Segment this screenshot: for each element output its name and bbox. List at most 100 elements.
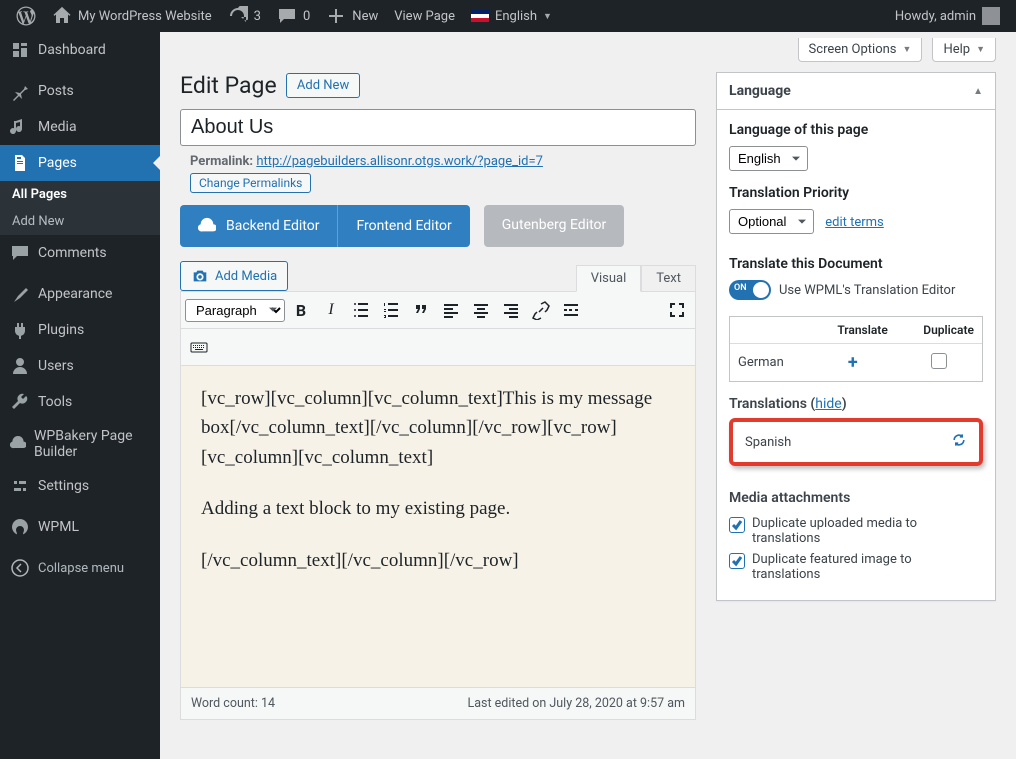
dup-featured-label: Duplicate featured image to translations <box>752 552 983 582</box>
language-metabox: Language▲ Language of this page English … <box>716 72 996 601</box>
submenu-all-pages[interactable]: All Pages <box>0 181 160 208</box>
chevron-down-icon: ▼ <box>903 44 912 55</box>
format-select[interactable]: Paragraph <box>185 299 285 322</box>
permalink-link[interactable]: http://pagebuilders.allisonr.otgs.work/?… <box>256 154 543 169</box>
settings-icon <box>10 476 30 496</box>
translation-lang-label: Spanish <box>745 435 791 450</box>
bold-button[interactable]: B <box>287 296 315 324</box>
metabox-toggle-icon[interactable]: ▲ <box>973 86 983 97</box>
pin-icon <box>10 81 30 101</box>
comment-icon <box>10 243 30 263</box>
blockquote-button[interactable] <box>407 296 435 324</box>
plugin-icon <box>10 320 30 340</box>
menu-media[interactable]: Media <box>0 109 160 145</box>
submenu-add-new[interactable]: Add New <box>0 208 160 235</box>
wordpress-icon <box>16 6 36 26</box>
updates-link[interactable]: 3 <box>220 0 269 32</box>
permalink-row: Permalink: http://pagebuilders.allisonr.… <box>180 146 696 201</box>
new-link[interactable]: New <box>318 0 386 32</box>
read-more-button[interactable] <box>557 296 585 324</box>
metabox-title[interactable]: Language▲ <box>717 73 995 110</box>
editor-toolbar: Paragraph B I <box>181 292 695 329</box>
translations-table: Translate Duplicate German + <box>729 316 983 382</box>
gutenberg-editor-button[interactable]: Gutenberg Editor <box>484 205 625 247</box>
align-center-button[interactable] <box>467 296 495 324</box>
dup-uploaded-label: Duplicate uploaded media to translations <box>752 516 983 546</box>
add-media-button[interactable]: Add Media <box>180 261 288 291</box>
duplicate-german-checkbox[interactable] <box>931 353 947 369</box>
wpml-icon <box>10 517 30 537</box>
text-tab[interactable]: Text <box>641 265 696 292</box>
dup-uploaded-checkbox[interactable] <box>729 517 745 533</box>
help-tab[interactable]: Help▼ <box>932 38 996 62</box>
editor-body[interactable]: [vc_row][vc_column][vc_column_text]This … <box>181 366 695 687</box>
plus-icon <box>326 6 346 26</box>
wpbakery-icon <box>10 434 26 454</box>
wpml-editor-toggle[interactable]: ON <box>729 280 771 300</box>
change-permalinks-button[interactable]: Change Permalinks <box>190 173 311 193</box>
title-input[interactable] <box>180 109 696 146</box>
screen-options-tab[interactable]: Screen Options▼ <box>798 38 923 62</box>
lang-of-page-label: Language of this page <box>729 122 983 138</box>
dashboard-icon <box>10 40 30 60</box>
menu-appearance[interactable]: Appearance <box>0 276 160 312</box>
backend-editor-button[interactable]: Backend Editor <box>180 205 338 247</box>
align-left-button[interactable] <box>437 296 465 324</box>
update-icon <box>228 6 248 26</box>
menu-users[interactable]: Users <box>0 348 160 384</box>
bullet-list-button[interactable] <box>347 296 375 324</box>
wrench-icon <box>10 392 30 412</box>
row-lang-german: German <box>730 344 810 382</box>
main-content: Screen Options▼ Help▼ Edit Page Add New … <box>160 32 1016 759</box>
user-icon <box>10 356 30 376</box>
menu-settings[interactable]: Settings <box>0 468 160 504</box>
editor-wrap: Paragraph B I <box>180 291 696 720</box>
admin-bar: My WordPress Website 3 0 New View Page E… <box>0 0 1016 32</box>
translations-header: Translations (hide) <box>729 396 983 412</box>
numbered-list-button[interactable] <box>377 296 405 324</box>
menu-wpbakery[interactable]: WPBakery Page Builder <box>0 420 160 468</box>
translation-spanish-row[interactable]: Spanish <box>729 418 983 466</box>
link-button[interactable] <box>527 296 555 324</box>
menu-posts[interactable]: Posts <box>0 73 160 109</box>
edit-terms-link[interactable]: edit terms <box>825 215 884 230</box>
admin-sidebar: Dashboard Posts Media Pages All Pages Ad… <box>0 32 160 759</box>
comments-link[interactable]: 0 <box>269 0 318 32</box>
add-new-button[interactable]: Add New <box>286 73 360 98</box>
page-title: Edit Page <box>180 72 277 99</box>
sync-icon[interactable] <box>951 432 967 452</box>
menu-wpml[interactable]: WPML <box>0 509 160 545</box>
page-language-select[interactable]: English <box>729 146 808 171</box>
col-duplicate: Duplicate <box>896 317 982 344</box>
comment-icon <box>277 6 297 26</box>
menu-collapse[interactable]: Collapse menu <box>0 550 160 586</box>
menu-dashboard[interactable]: Dashboard <box>0 32 160 68</box>
howdy-link[interactable]: Howdy, admin <box>887 0 1008 32</box>
dup-featured-checkbox[interactable] <box>729 553 745 569</box>
site-name-link[interactable]: My WordPress Website <box>44 0 220 32</box>
menu-pages[interactable]: Pages <box>0 145 160 181</box>
menu-plugins[interactable]: Plugins <box>0 312 160 348</box>
priority-select[interactable]: Optional <box>729 209 814 234</box>
align-right-button[interactable] <box>497 296 525 324</box>
home-icon <box>52 6 72 26</box>
menu-tools[interactable]: Tools <box>0 384 160 420</box>
view-page-link[interactable]: View Page <box>386 0 463 32</box>
wp-logo[interactable] <box>8 0 44 32</box>
menu-comments[interactable]: Comments <box>0 235 160 271</box>
translate-german-button[interactable]: + <box>848 352 858 373</box>
language-switcher[interactable]: English▼ <box>463 0 560 32</box>
italic-button[interactable]: I <box>317 296 345 324</box>
fullscreen-button[interactable] <box>663 296 691 324</box>
col-translate: Translate <box>810 317 896 344</box>
visual-tab[interactable]: Visual <box>576 265 642 292</box>
translate-doc-label: Translate this Document <box>729 256 983 272</box>
hide-translations-link[interactable]: hide <box>815 396 841 412</box>
word-count: Word count: 14 <box>191 696 275 711</box>
keyboard-button[interactable] <box>185 333 213 361</box>
last-edited: Last edited on July 28, 2020 at 9:57 am <box>468 696 686 711</box>
editor-paragraph: Adding a text block to my existing page. <box>201 494 675 523</box>
editor-statusbar: Word count: 14 Last edited on July 28, 2… <box>181 687 695 719</box>
editor-paragraph: [vc_row][vc_column][vc_column_text]This … <box>201 384 675 472</box>
frontend-editor-button[interactable]: Frontend Editor <box>338 206 469 246</box>
